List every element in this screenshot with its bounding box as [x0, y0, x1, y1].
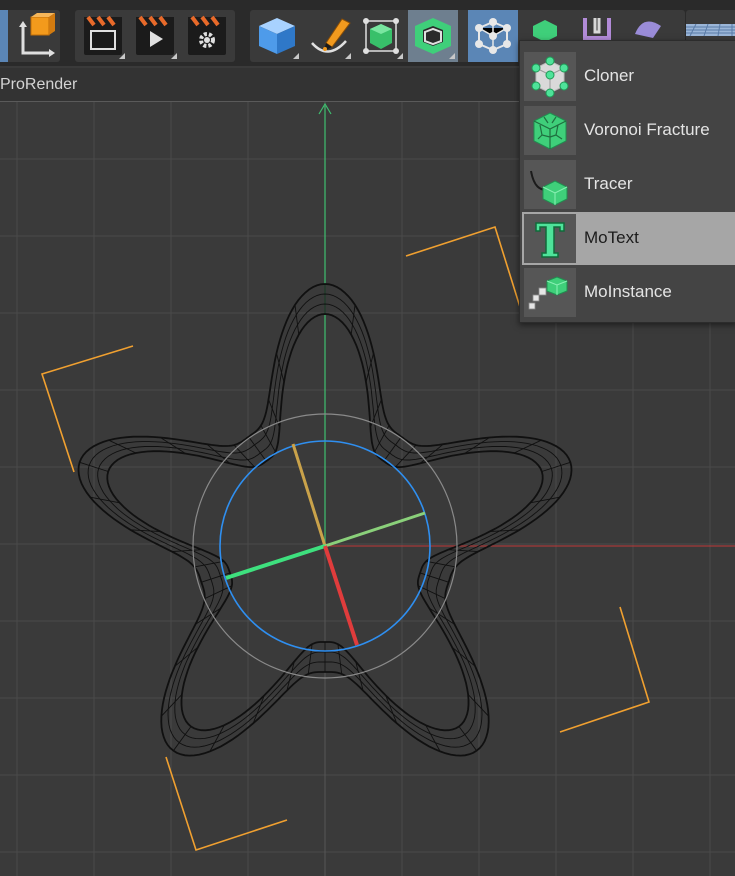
- render-view-icon: [136, 15, 174, 55]
- star-segment: [395, 444, 417, 468]
- cloner-icon: [524, 52, 576, 101]
- mograph-cloner-icon: [475, 18, 511, 54]
- menu-item-label: Tracer: [584, 174, 633, 193]
- spline-bracket-right: [559, 606, 650, 733]
- star-segment: [448, 549, 479, 553]
- coordinate-system-icon: [19, 13, 55, 57]
- submenu-indicator-icon: [119, 53, 125, 59]
- motext-icon: [524, 214, 576, 263]
- submenu-indicator-icon: [293, 53, 299, 59]
- menu-item-label: MoInstance: [584, 282, 672, 301]
- render-region-button[interactable]: [78, 10, 128, 62]
- menu-item-cloner[interactable]: Cloner: [522, 50, 735, 103]
- moinstance-icon: [524, 268, 576, 317]
- cube-button[interactable]: [252, 10, 302, 62]
- star-segment: [233, 444, 255, 468]
- spline-bracket-top-right: [405, 225, 521, 308]
- spline-bracket-left: [40, 345, 134, 473]
- mograph-dropdown-menu: Cloner Voronoi Fracture Tracer MoText Mo…: [519, 40, 735, 323]
- render-settings-button[interactable]: [182, 10, 232, 62]
- cube-icon: [259, 18, 295, 54]
- extrude-icon: [415, 18, 451, 54]
- menu-item-moinstance[interactable]: MoInstance: [522, 266, 735, 319]
- submenu-indicator-icon: [171, 53, 177, 59]
- star-segment: [350, 304, 356, 335]
- extrude-button[interactable]: [408, 10, 458, 62]
- star-segment: [383, 436, 402, 462]
- mograph-cloner-button[interactable]: [468, 10, 518, 62]
- star-segment: [307, 644, 313, 674]
- coordinate-group: [0, 10, 60, 62]
- star-segment: [294, 304, 300, 335]
- prorender-menu[interactable]: ProRender: [0, 76, 77, 94]
- star-segment: [458, 726, 477, 751]
- render-region-icon: [84, 15, 122, 55]
- menu-item-label: Voronoi Fracture: [584, 120, 710, 139]
- star-segment: [171, 549, 202, 553]
- star-segment: [173, 726, 192, 751]
- gizmo-handle-up[interactable]: [291, 443, 327, 547]
- menu-item-label: MoText: [584, 228, 639, 247]
- coordinate-system-button[interactable]: [8, 10, 58, 62]
- submenu-indicator-icon: [397, 53, 403, 59]
- menu-item-label: Cloner: [584, 66, 635, 85]
- menu-item-tracer[interactable]: Tracer: [522, 158, 735, 211]
- spline-bracket-bottom: [165, 756, 288, 852]
- menu-item-motext[interactable]: MoText: [522, 212, 735, 265]
- gizmo-handle-green[interactable]: [225, 544, 326, 580]
- tracer-icon: [524, 160, 576, 209]
- gizmo-handle-red[interactable]: [323, 545, 359, 646]
- star-segment: [337, 644, 343, 674]
- subdivision-surface-button[interactable]: [356, 10, 406, 62]
- submenu-indicator-icon: [345, 53, 351, 59]
- render-group: [75, 10, 235, 62]
- gizmo-handle-right[interactable]: [324, 511, 426, 548]
- menu-item-voronoi-fracture[interactable]: Voronoi Fracture: [522, 104, 735, 157]
- star-segment: [194, 560, 224, 568]
- pen-spline-button[interactable]: [304, 10, 354, 62]
- voronoi-fracture-icon: [524, 106, 576, 155]
- axis-mode-button[interactable]: [0, 10, 8, 62]
- submenu-indicator-icon: [449, 53, 455, 59]
- star-segment: [426, 560, 456, 568]
- star-segment: [248, 436, 267, 462]
- render-settings-icon: [188, 15, 226, 55]
- render-view-button[interactable]: [130, 10, 180, 62]
